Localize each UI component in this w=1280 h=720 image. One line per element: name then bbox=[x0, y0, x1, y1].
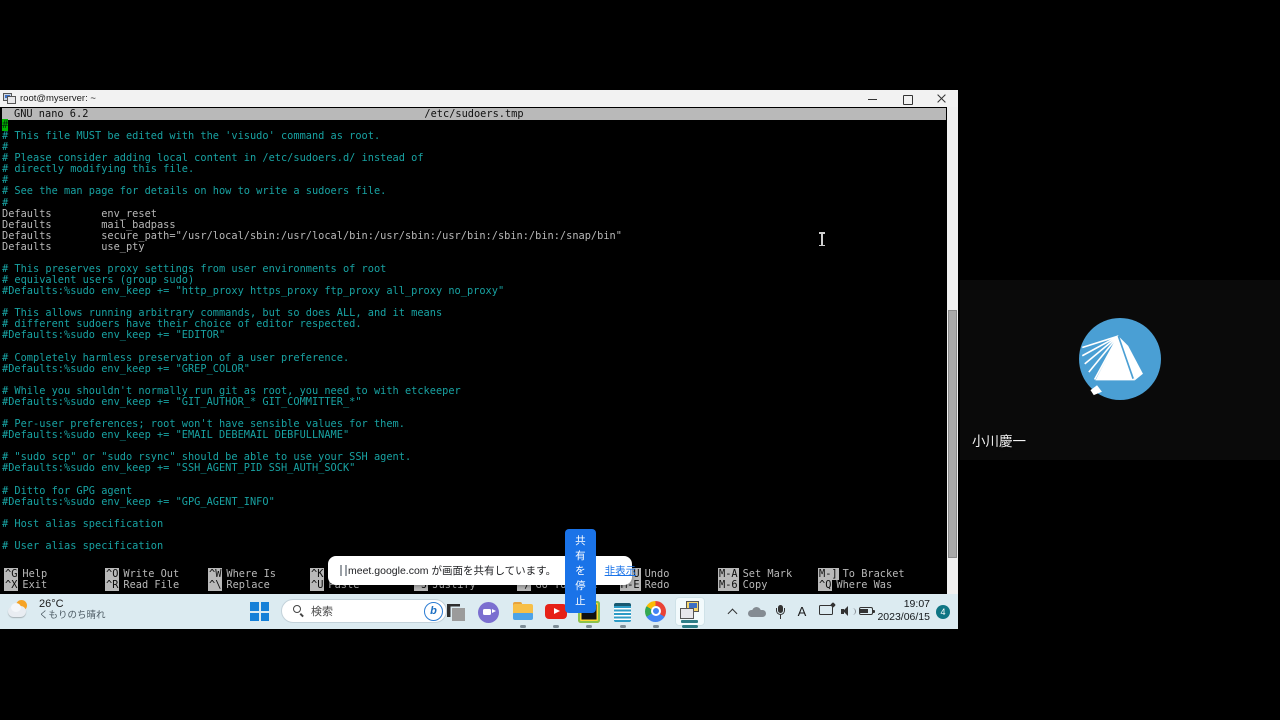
putty-icon bbox=[3, 93, 16, 105]
nano-shortcut[interactable]: M-6Copy bbox=[718, 580, 767, 591]
file-line: # This file MUST be edited with the 'vis… bbox=[2, 131, 622, 142]
file-line: #Defaults:%sudo env_keep += "SSH_AGENT_P… bbox=[2, 463, 622, 474]
terminal-title: root@myserver: ~ bbox=[20, 93, 96, 104]
file-line: # Host alias specification bbox=[2, 519, 622, 530]
terminal-scrollbar[interactable] bbox=[947, 107, 958, 594]
tray-ime-mode[interactable]: A bbox=[794, 594, 810, 629]
search-placeholder: 検索 bbox=[311, 603, 424, 619]
hide-banner-link[interactable]: 非表示 bbox=[605, 563, 637, 578]
chrome-icon bbox=[644, 600, 668, 624]
start-button[interactable] bbox=[250, 602, 269, 621]
nano-shortcut[interactable]: ^RRead File bbox=[105, 580, 179, 591]
weather-widget[interactable]: 26°C くもりのち晴れ bbox=[6, 598, 106, 622]
taskbar-task-view[interactable] bbox=[441, 597, 471, 626]
search-input[interactable]: 検索 b bbox=[281, 599, 447, 623]
file-line: #Defaults:%sudo env_keep += "GIT_AUTHOR_… bbox=[2, 397, 622, 408]
screen-share-banner: meet.google.com が画面を共有しています。 共有を停止 非表示 bbox=[328, 556, 632, 585]
taskbar-file-explorer[interactable] bbox=[508, 597, 538, 626]
taskbar-chrome[interactable] bbox=[641, 597, 671, 626]
weather-icon bbox=[6, 598, 32, 622]
file-line: # bbox=[2, 198, 622, 209]
tray-battery[interactable] bbox=[857, 594, 877, 629]
file-line: # Ditto for GPG agent bbox=[2, 486, 622, 497]
microphone-icon bbox=[774, 605, 786, 619]
clock-date: 2023/06/15 bbox=[877, 611, 930, 624]
notification-badge[interactable]: 4 bbox=[936, 605, 950, 619]
file-line: #Defaults:%sudo env_keep += "EDITOR" bbox=[2, 330, 622, 341]
display-pen-icon bbox=[819, 605, 834, 618]
close-button[interactable] bbox=[924, 90, 958, 107]
share-banner-message: meet.google.com が画面を共有しています。 bbox=[348, 563, 556, 578]
maximize-button[interactable] bbox=[890, 90, 924, 107]
chat-icon bbox=[477, 600, 501, 624]
stop-sharing-button[interactable]: 共有を停止 bbox=[565, 529, 596, 613]
tray-show-hidden-icons[interactable] bbox=[723, 594, 741, 629]
file-line: #Defaults:%sudo env_keep += "GREP_COLOR" bbox=[2, 364, 622, 375]
meet-screen: root@myserver: ~ GNU nano 6.2 /etc/sudoe… bbox=[0, 0, 1280, 720]
search-icon bbox=[293, 605, 305, 617]
putty-terminal-window: root@myserver: ~ GNU nano 6.2 /etc/sudoe… bbox=[0, 90, 958, 594]
speaker-icon bbox=[841, 606, 855, 618]
file-line: Defaults use_pty bbox=[2, 242, 622, 253]
file-line: #Defaults:%sudo env_keep += "EMAIL DEBEM… bbox=[2, 430, 622, 441]
file-line bbox=[2, 475, 622, 486]
minimize-button[interactable] bbox=[856, 90, 890, 107]
clock-time: 19:07 bbox=[877, 598, 930, 611]
file-line: # directly modifying this file. bbox=[2, 164, 622, 175]
scrollbar-thumb[interactable] bbox=[948, 310, 957, 558]
nano-filename: /etc/sudoers.tmp bbox=[2, 108, 946, 120]
file-line: #Defaults:%sudo env_keep += "GPG_AGENT_I… bbox=[2, 497, 622, 508]
tray-pen-display[interactable] bbox=[816, 594, 836, 629]
mouse-text-cursor bbox=[818, 232, 825, 246]
taskbar-notepad[interactable] bbox=[608, 597, 638, 626]
nano-shortcut[interactable]: ^XExit bbox=[4, 580, 47, 591]
file-explorer-icon bbox=[511, 600, 535, 624]
taskbar-putty[interactable] bbox=[675, 597, 705, 626]
nano-shortcut[interactable]: ^QWhere Was bbox=[818, 580, 892, 591]
chevron-up-icon bbox=[728, 607, 737, 616]
windows-taskbar: 26°C くもりのち晴れ 検索 b bbox=[0, 594, 958, 629]
file-line: # See the man page for details on how to… bbox=[2, 186, 622, 197]
notepad-icon bbox=[611, 600, 635, 624]
battery-icon bbox=[859, 607, 876, 616]
nano-header-bar: GNU nano 6.2 /etc/sudoers.tmp bbox=[2, 108, 946, 120]
file-line bbox=[2, 342, 622, 353]
task-view-icon bbox=[444, 600, 468, 624]
terminal-titlebar[interactable]: root@myserver: ~ bbox=[0, 90, 958, 107]
participant-name: 小川慶一 bbox=[972, 430, 1026, 450]
terminal-content-area[interactable]: GNU nano 6.2 /etc/sudoers.tmp # # This fi… bbox=[0, 107, 958, 594]
taskbar-chat[interactable] bbox=[474, 597, 504, 626]
screen-share-video: root@myserver: ~ GNU nano 6.2 /etc/sudoe… bbox=[0, 90, 958, 629]
weather-condition: くもりのち晴れ bbox=[39, 611, 106, 622]
tray-microphone[interactable] bbox=[772, 594, 788, 629]
participant-avatar bbox=[1079, 318, 1161, 400]
tray-onedrive[interactable] bbox=[747, 594, 767, 629]
file-line: #Defaults:%sudo env_keep += "http_proxy … bbox=[2, 286, 622, 297]
file-line: # User alias specification bbox=[2, 541, 622, 552]
onedrive-cloud-icon bbox=[748, 607, 766, 617]
nano-shortcut[interactable]: ^\Replace bbox=[208, 580, 270, 591]
putty-taskbar-icon bbox=[678, 600, 702, 624]
tray-volume[interactable] bbox=[839, 594, 857, 629]
file-content: # # This file MUST be edited with the 'vi… bbox=[2, 120, 622, 552]
ime-a-icon: A bbox=[798, 604, 807, 619]
taskbar-clock[interactable]: 19:07 2023/06/15 bbox=[877, 598, 930, 624]
weather-temperature: 26°C bbox=[39, 598, 106, 611]
participant-tile[interactable]: 小川慶一 bbox=[960, 280, 1280, 460]
